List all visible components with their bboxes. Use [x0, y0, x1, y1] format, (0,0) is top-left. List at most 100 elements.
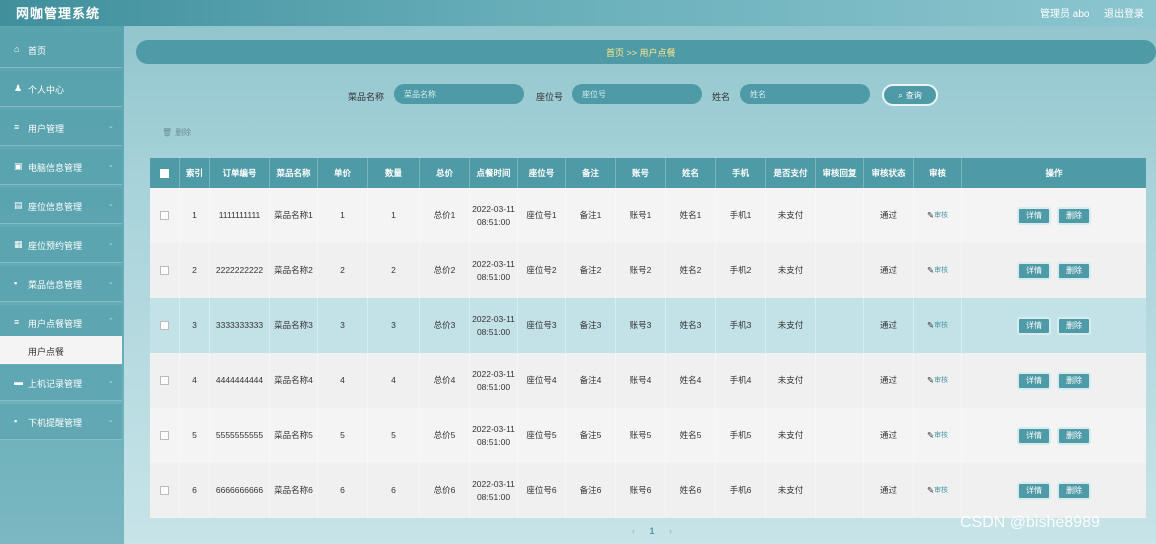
sidebar-item-offline-reminders[interactable]: ▪ 下机提醒管理 ⌄: [0, 404, 122, 440]
name-input[interactable]: [740, 84, 870, 104]
row-checkbox[interactable]: [150, 463, 180, 518]
detail-button[interactable]: 详情: [1017, 426, 1051, 445]
header-quantity: 数量: [368, 158, 420, 188]
cell-name: 姓名2: [666, 243, 716, 298]
table-row[interactable]: 5 5555555555 菜品名称5 5 5 总价5 2022-03-11 08:51:00…: [150, 408, 1146, 463]
dish-name-input[interactable]: [394, 84, 524, 104]
seat-icon: ▤: [14, 200, 23, 210]
sidebar-item-label: 下机提醒管理: [28, 418, 83, 428]
current-user-label: 管理员 abo: [1040, 9, 1090, 20]
table-row[interactable]: 4 4444444444 菜品名称4 4 4 总价4 2022-03-11 08:51:00…: [150, 353, 1146, 408]
row-checkbox[interactable]: [150, 188, 180, 243]
food-icon: ▪: [14, 278, 18, 288]
cell-order: 1111111111: [210, 188, 270, 243]
cell-actions: 详情 删除: [962, 408, 1146, 463]
cell-time: 2022-03-11 08:51:00: [470, 353, 518, 408]
audit-link[interactable]: 审核: [934, 484, 948, 497]
cell-qty: 6: [368, 463, 420, 518]
row-checkbox[interactable]: [150, 353, 180, 408]
row-checkbox[interactable]: [150, 298, 180, 353]
delete-button[interactable]: 删除: [1057, 426, 1091, 445]
cell-price: 4: [318, 353, 368, 408]
cell-name: 姓名4: [666, 353, 716, 408]
row-checkbox[interactable]: [150, 243, 180, 298]
cell-total: 总价2: [420, 243, 470, 298]
sidebar-item-seat-info[interactable]: ▤ 座位信息管理 ⌄: [0, 188, 122, 224]
cell-seat: 座位号2: [518, 243, 566, 298]
select-all-checkbox[interactable]: [150, 158, 180, 188]
table-row[interactable]: 2 2222222222 菜品名称2 2 2 总价2 2022-03-11 08:51:00…: [150, 243, 1146, 298]
cell-actions: 详情 删除: [962, 298, 1146, 353]
detail-button[interactable]: 详情: [1017, 206, 1051, 225]
cell-actions: 详情 删除: [962, 243, 1146, 298]
cell-account: 账号2: [616, 243, 666, 298]
audit-link[interactable]: 审核: [934, 264, 948, 277]
sidebar-item-label: 座位信息管理: [28, 202, 83, 212]
cell-audit: ✎ 审核: [914, 408, 962, 463]
cell-reply: [816, 463, 864, 518]
edit-icon: ✎: [926, 430, 935, 440]
sidebar-item-label: 用户管理: [28, 124, 65, 134]
cell-total: 总价4: [420, 353, 470, 408]
cell-audit: ✎ 审核: [914, 243, 962, 298]
seat-number-input[interactable]: [572, 84, 702, 104]
chevron-down-icon: ⌄: [108, 417, 114, 424]
computer-icon: ▣: [14, 161, 23, 171]
cell-price: 2: [318, 243, 368, 298]
audit-link[interactable]: 审核: [934, 374, 948, 387]
audit-link[interactable]: 审核: [934, 429, 948, 442]
audit-link[interactable]: 审核: [934, 319, 948, 332]
chevron-down-icon: ⌄: [108, 162, 114, 169]
sidebar-item-user-management[interactable]: ≡ 用户管理 ⌄: [0, 110, 122, 146]
next-page-button[interactable]: ›: [669, 526, 672, 536]
sidebar-item-seat-reservation[interactable]: ▦ 座位预约管理 ⌄: [0, 227, 122, 263]
header-account: 账号: [616, 158, 666, 188]
sidebar-item-label: 座位预约管理: [28, 241, 83, 251]
current-page[interactable]: 1: [650, 526, 655, 536]
search-button[interactable]: ⌕ 查询: [882, 84, 938, 106]
cell-order: 6666666666: [210, 463, 270, 518]
submenu-item-user-order[interactable]: 用户点餐: [0, 336, 122, 364]
delete-button[interactable]: 删除: [1057, 481, 1091, 500]
edit-icon: ✎: [926, 320, 935, 330]
search-button-label: 查询: [905, 90, 922, 100]
cell-paid: 未支付: [766, 188, 816, 243]
cell-price: 5: [318, 408, 368, 463]
logout-link[interactable]: 退出登录: [1104, 5, 1144, 20]
detail-button[interactable]: 详情: [1017, 316, 1051, 335]
table-row[interactable]: 6 6666666666 菜品名称6 6 6 总价6 2022-03-11 08:51:00…: [150, 463, 1146, 518]
sidebar-item-label: 首页: [28, 46, 47, 56]
audit-link[interactable]: 审核: [934, 209, 948, 222]
detail-button[interactable]: 详情: [1017, 371, 1051, 390]
cell-account: 账号4: [616, 353, 666, 408]
cell-qty: 4: [368, 353, 420, 408]
detail-button[interactable]: 详情: [1017, 261, 1051, 280]
delete-button[interactable]: 删除: [1057, 371, 1091, 390]
batch-delete-button[interactable]: 🗑 删除: [162, 127, 191, 138]
bell-icon: ▪: [14, 416, 18, 426]
delete-button[interactable]: 删除: [1057, 206, 1091, 225]
header-order-number: 订单编号: [210, 158, 270, 188]
sidebar-item-dish-info[interactable]: ▪ 菜品信息管理 ⌄: [0, 266, 122, 302]
table-row[interactable]: 3 3333333333 菜品名称3 3 3 总价3 2022-03-11 08:51:00…: [150, 298, 1146, 353]
header-order-time: 点餐时间: [470, 158, 518, 188]
row-checkbox[interactable]: [150, 408, 180, 463]
cell-price: 3: [318, 298, 368, 353]
cell-price: 1: [318, 188, 368, 243]
cell-audit: ✎ 审核: [914, 298, 962, 353]
delete-button[interactable]: 删除: [1057, 261, 1091, 280]
cell-account: 账号3: [616, 298, 666, 353]
detail-button[interactable]: 详情: [1017, 481, 1051, 500]
cell-actions: 详情 删除: [962, 463, 1146, 518]
prev-page-button[interactable]: ‹: [632, 526, 635, 536]
cell-status: 通过: [864, 463, 914, 518]
header-total: 总价: [420, 158, 470, 188]
chevron-up-icon: ⌃: [108, 318, 114, 325]
sidebar-item-online-records[interactable]: ▬ 上机记录管理 ⌄: [0, 365, 122, 401]
sidebar-item-home[interactable]: ⌂ 首页: [0, 32, 122, 68]
delete-button[interactable]: 删除: [1057, 316, 1091, 335]
table-row[interactable]: 1 1111111111 菜品名称1 1 1 总价1 2022-03-11 08:51:00…: [150, 188, 1146, 243]
header-actions: 操作: [1045, 167, 1063, 178]
cell-total: 总价6: [420, 463, 470, 518]
sidebar-item-computer-info[interactable]: ▣ 电脑信息管理 ⌄: [0, 149, 122, 185]
